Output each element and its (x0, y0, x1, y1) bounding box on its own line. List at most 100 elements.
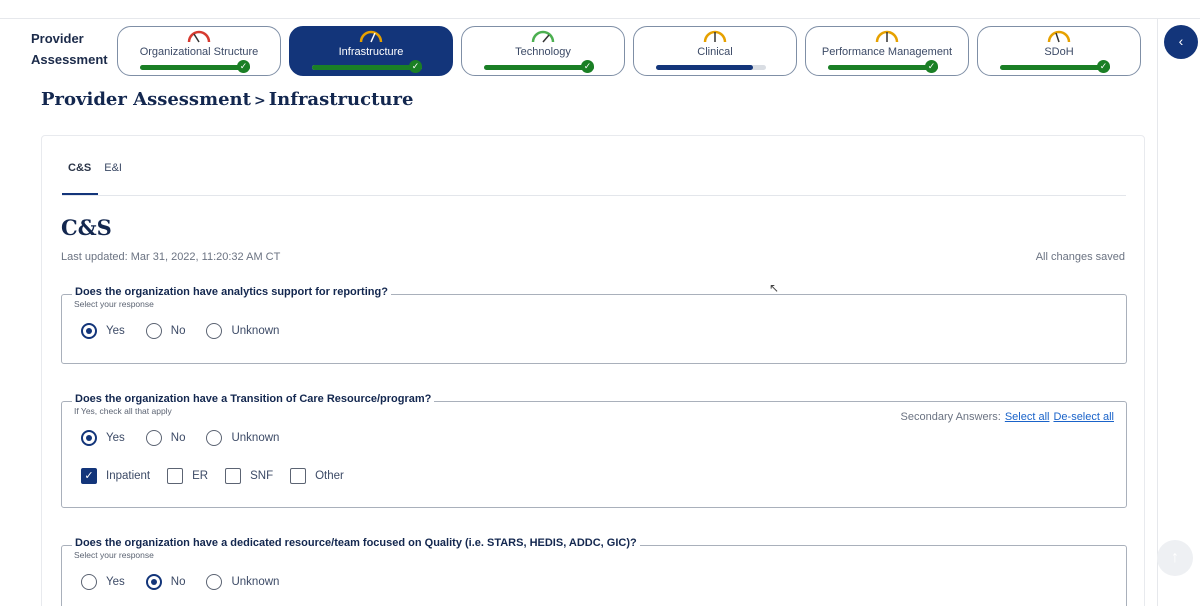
radio-group: Yes No Unknown (81, 574, 300, 590)
check-icon: ✓ (237, 60, 250, 73)
radio-button[interactable] (145, 574, 162, 590)
breadcrumb-root[interactable]: Provider Assessment (41, 89, 251, 110)
select-all-link[interactable]: Select all (1005, 411, 1050, 423)
breadcrumb: Provider Assessment > Infrastructure (41, 89, 413, 110)
checkbox-label: SNF (250, 470, 274, 482)
radio-option-unknown[interactable]: Unknown (206, 323, 279, 339)
gauge-icon (359, 30, 383, 43)
scroll-to-top-button[interactable]: ↑ (1157, 540, 1193, 576)
step-tab-performance-management[interactable]: Performance Management ✓ (805, 26, 969, 76)
step-tab-infrastructure[interactable]: Infrastructure ✓ (289, 26, 453, 76)
radio-label: Yes (106, 576, 125, 588)
breadcrumb-separator: > (253, 93, 266, 109)
radio-option-yes[interactable]: Yes (81, 430, 125, 446)
last-updated-text: Last updated: Mar 31, 2022, 11:20:32 AM … (61, 251, 281, 263)
radio-option-unknown[interactable]: Unknown (206, 574, 279, 590)
checkbox[interactable] (167, 468, 184, 484)
step-tab-technology[interactable]: Technology ✓ (461, 26, 625, 76)
gauge-icon (531, 30, 555, 43)
radio-button[interactable] (81, 574, 97, 590)
radio-label: No (170, 432, 186, 444)
question-title: Does the organization have a Transition … (72, 393, 435, 405)
progress-bar (828, 65, 938, 70)
radio-button[interactable] (145, 323, 162, 339)
radio-button[interactable] (206, 574, 223, 590)
check-icon: ✓ (409, 60, 422, 73)
radio-label: Unknown (231, 576, 280, 588)
radio-button[interactable] (145, 430, 162, 446)
step-label: SDoH (1044, 46, 1074, 58)
progress-bar (484, 65, 594, 70)
radio-option-no[interactable]: No (145, 574, 186, 590)
step-tab-clinical[interactable]: Clinical (633, 26, 797, 76)
radio-option-no[interactable]: No (145, 323, 186, 339)
checkbox-group: ✓ Inpatient ER SNF Other (81, 468, 361, 484)
assessment-card: C&S E&I C&S Last updated: Mar 31, 2022, … (41, 135, 1145, 606)
radio-button[interactable] (81, 430, 97, 446)
progress-bar (312, 65, 422, 70)
right-panel-divider (1157, 18, 1158, 606)
radio-button[interactable] (206, 430, 223, 446)
subtab-divider (62, 195, 1126, 196)
breadcrumb-current: Infrastructure (268, 89, 414, 110)
radio-label: Yes (106, 325, 125, 337)
arrow-up-icon: ↑ (1171, 549, 1179, 566)
assessment-step-tabs: Organizational Structure ✓ Infrastructur… (117, 26, 1141, 76)
top-divider (0, 18, 1200, 19)
radio-option-no[interactable]: No (145, 430, 186, 446)
step-label: Organizational Structure (139, 46, 259, 58)
checkbox-option-snf[interactable]: SNF (225, 468, 273, 484)
radio-label: Yes (106, 432, 125, 444)
save-status-text: All changes saved (1035, 251, 1125, 263)
step-label: Infrastructure (338, 46, 404, 58)
question-hint: Select your response (74, 550, 154, 560)
progress-bar (1000, 65, 1110, 70)
checkbox-label: Inpatient (106, 470, 151, 482)
radio-button[interactable] (206, 323, 223, 339)
step-label: Performance Management (821, 46, 953, 58)
subtab-cs[interactable]: C&S (62, 162, 99, 196)
mouse-cursor-icon: ↖ (769, 281, 780, 295)
progress-bar (656, 65, 766, 70)
subtab-ei[interactable]: E&I (98, 162, 129, 196)
checkbox-option-inpatient[interactable]: ✓ Inpatient (81, 468, 150, 484)
question-hint: Select your response (74, 299, 154, 309)
radio-label: Unknown (231, 325, 280, 337)
header-line-1: Provider (31, 31, 84, 46)
check-icon: ✓ (1097, 60, 1110, 73)
radio-group: Yes No Unknown (81, 430, 300, 446)
checkbox[interactable] (290, 468, 307, 484)
step-tab-sdoh[interactable]: SDoH ✓ (977, 26, 1141, 76)
step-label: Technology (515, 46, 571, 58)
subtabs: C&S E&I (62, 162, 129, 196)
check-icon: ✓ (581, 60, 594, 73)
chevron-left-icon: ‹ (1178, 33, 1184, 49)
step-tab-organizational-structure[interactable]: Organizational Structure ✓ (117, 26, 281, 76)
checkbox[interactable] (225, 468, 242, 484)
secondary-answers: Secondary Answers: Select all De-select al… (901, 411, 1114, 423)
check-icon: ✓ (925, 60, 938, 73)
collapse-panel-button[interactable]: ‹ (1164, 25, 1198, 59)
radio-label: No (170, 576, 186, 588)
checkbox-option-er[interactable]: ER (167, 468, 208, 484)
deselect-all-link[interactable]: De-select all (1053, 411, 1114, 423)
checkbox-label: Other (315, 470, 344, 482)
radio-label: Unknown (231, 432, 280, 444)
radio-option-unknown[interactable]: Unknown (206, 430, 279, 446)
gauge-icon (187, 30, 211, 43)
radio-option-yes[interactable]: Yes (81, 574, 125, 590)
radio-group: Yes No Unknown (81, 323, 300, 339)
checkbox[interactable]: ✓ (81, 468, 97, 484)
radio-option-yes[interactable]: Yes (81, 323, 125, 339)
question-quality-team: Does the organization have a dedicated r… (61, 537, 1127, 606)
radio-button[interactable] (81, 323, 97, 339)
header-line-2: Assessment (31, 52, 108, 67)
secondary-answers-label: Secondary Answers: (900, 411, 1001, 423)
app-header-label: Provider Assessment (31, 28, 108, 70)
question-title: Does the organization have a dedicated r… (72, 537, 640, 549)
question-title: Does the organization have analytics sup… (72, 286, 391, 298)
gauge-icon (703, 30, 727, 43)
radio-label: No (170, 325, 186, 337)
checkbox-option-other[interactable]: Other (290, 468, 344, 484)
progress-bar (140, 65, 250, 70)
